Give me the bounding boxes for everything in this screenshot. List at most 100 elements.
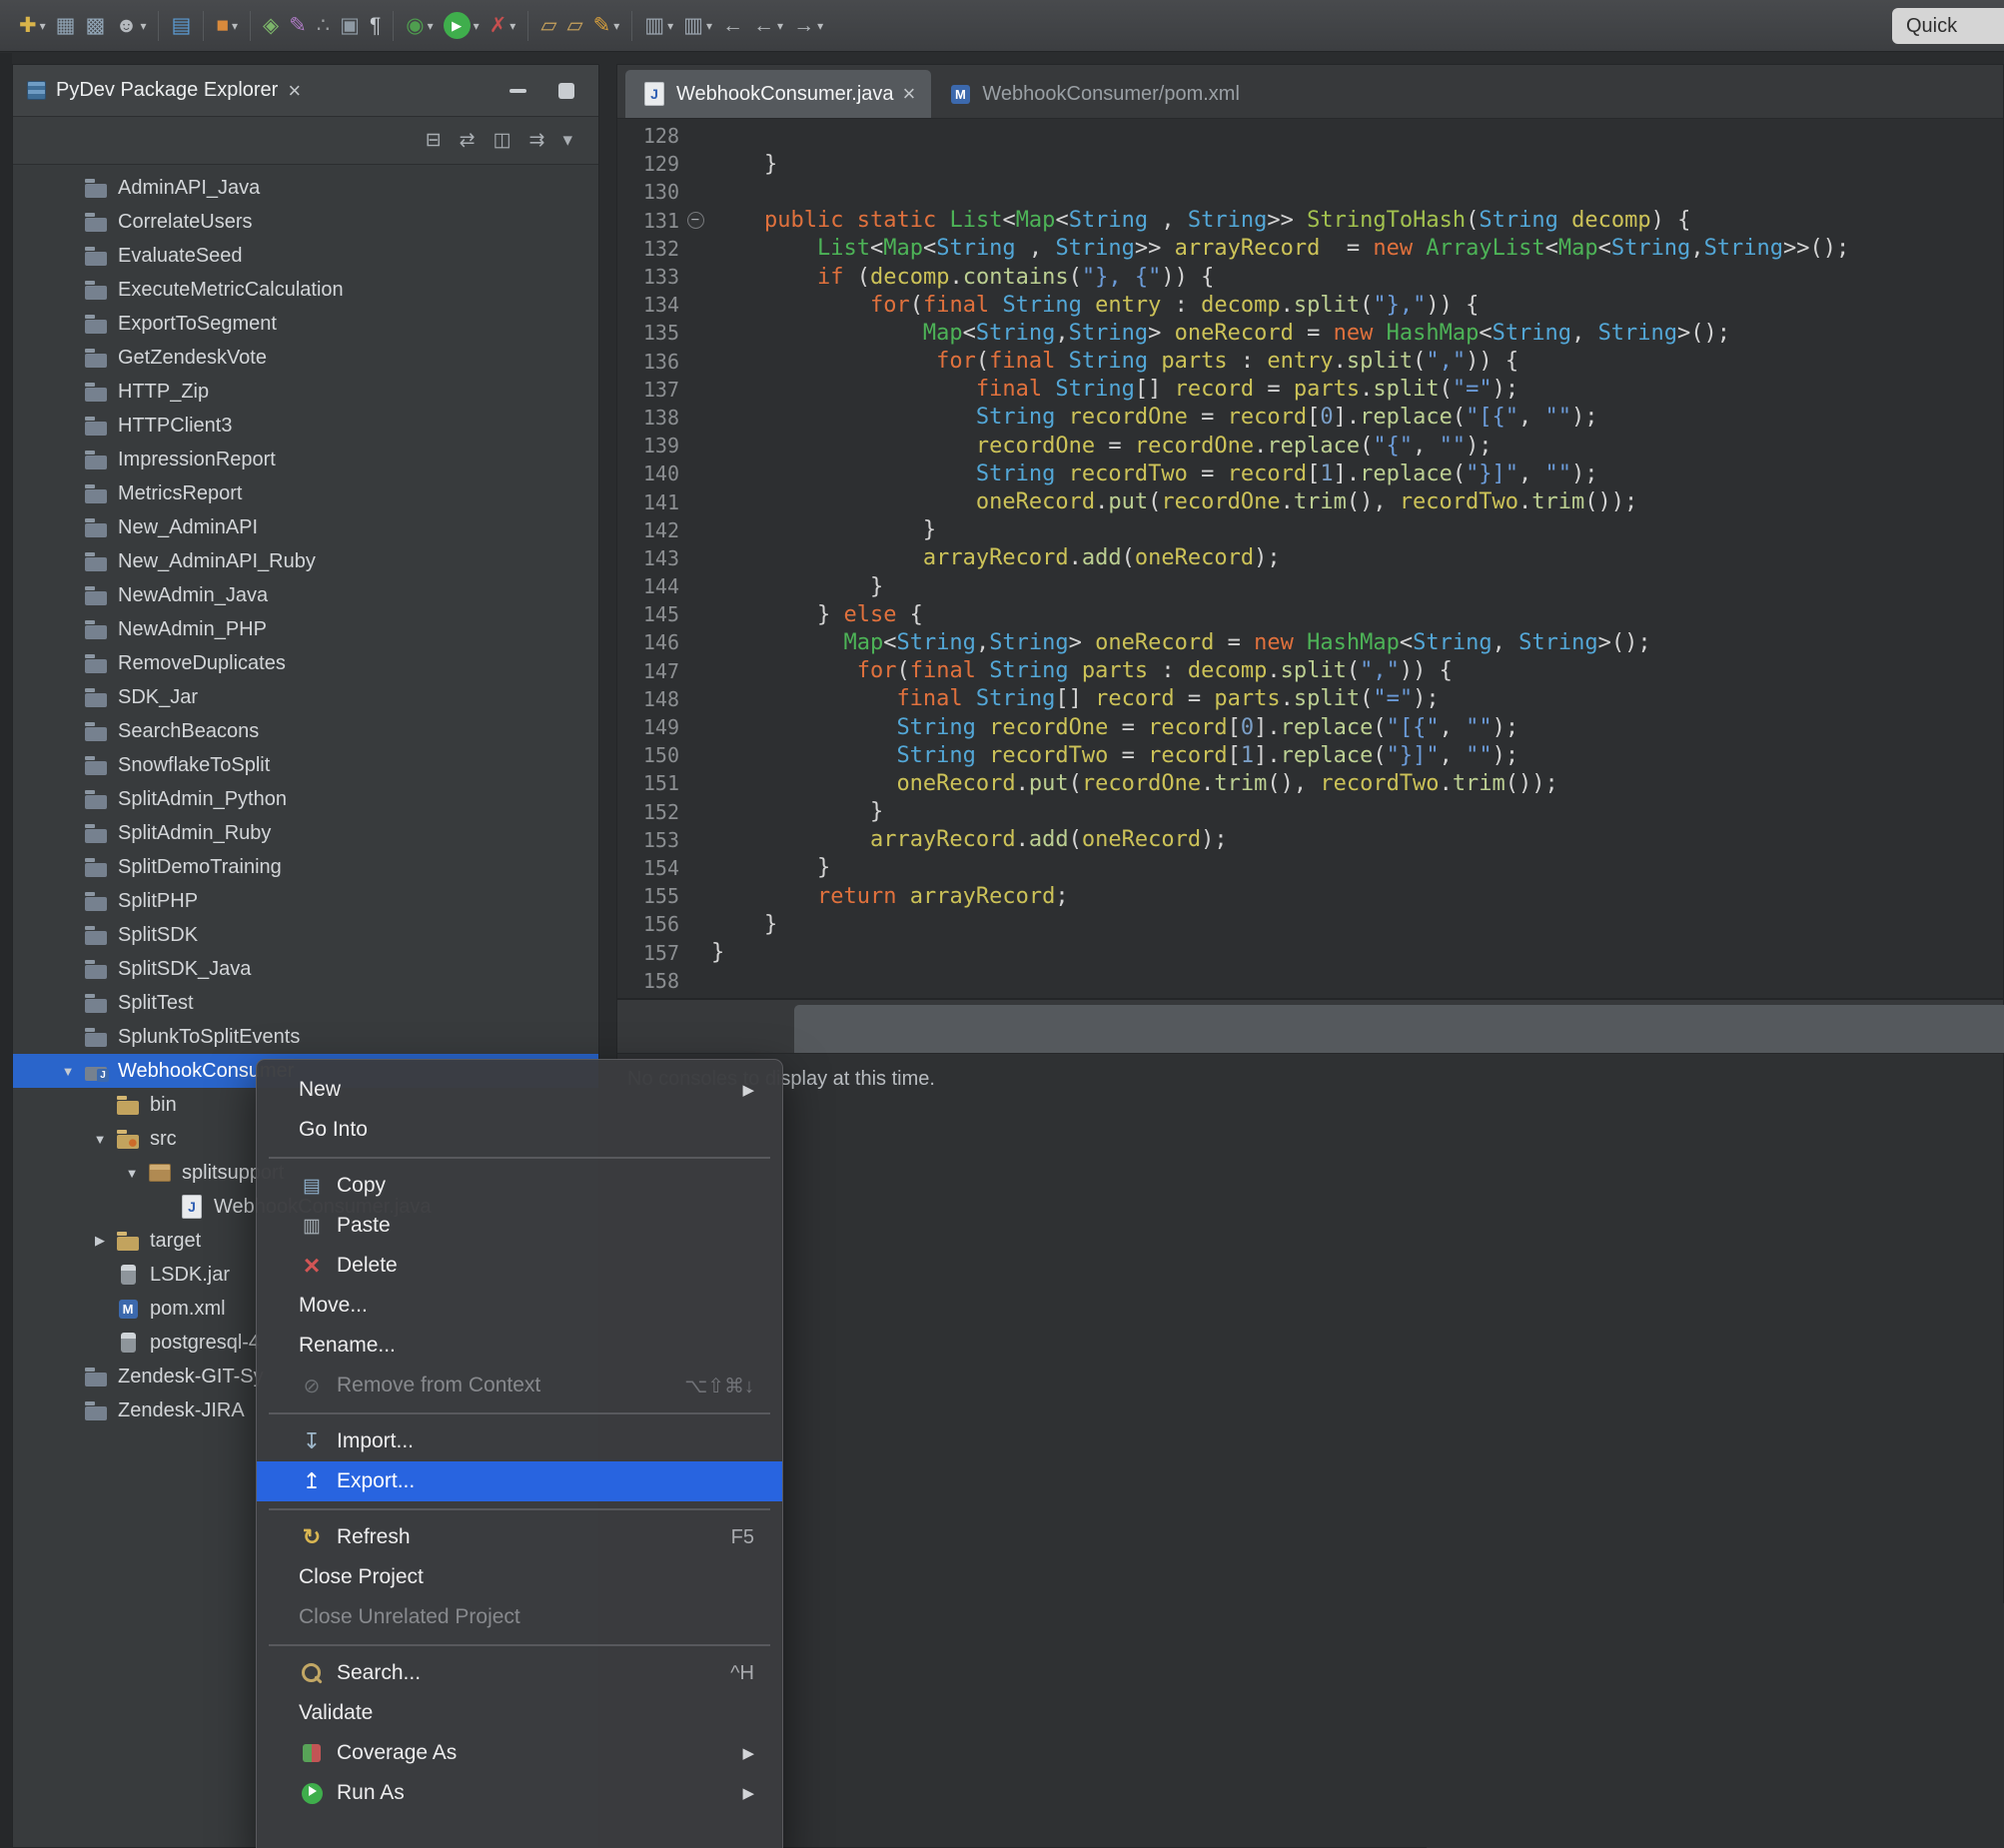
close-tab-icon[interactable]: × (903, 83, 916, 105)
tree-item-splitphp[interactable]: SplitPHP (13, 884, 598, 918)
line-number[interactable]: 155 (617, 884, 679, 908)
tree-item-splitsdk[interactable]: SplitSDK (13, 918, 598, 952)
code-line-157[interactable]: 157} (617, 938, 2003, 966)
code-line-142[interactable]: 142 } (617, 516, 2003, 544)
line-number[interactable]: 135 (617, 321, 679, 345)
last-edit-location-icon[interactable]: ← (717, 6, 748, 46)
dropdown-arrow-icon[interactable]: ▾ (613, 19, 619, 33)
line-number[interactable]: 131 (617, 209, 679, 233)
code-line-130[interactable]: 130 (617, 178, 2003, 206)
code-line-144[interactable]: 144 } (617, 572, 2003, 600)
code-line-145[interactable]: 145 } else { (617, 600, 2003, 628)
editor-tab-webhookconsumer-java[interactable]: WebhookConsumer.java× (625, 70, 931, 118)
link-with-editor-icon[interactable]: ⇄ (460, 131, 476, 150)
menu-item-coverage-as[interactable]: Coverage As▶ (257, 1733, 782, 1773)
menu-item-rename[interactable]: Rename... (257, 1326, 782, 1366)
code-line-137[interactable]: 137 final String[] record = parts.split(… (617, 376, 2003, 404)
line-number[interactable]: 144 (617, 574, 679, 598)
menu-item-refresh[interactable]: RefreshF5 (257, 1517, 782, 1557)
line-number[interactable]: 137 (617, 378, 679, 402)
code-line-135[interactable]: 135 Map<String,String> oneRecord = new H… (617, 319, 2003, 347)
code-line-128[interactable]: 128 (617, 122, 2003, 150)
dropdown-arrow-icon[interactable]: ▾ (509, 19, 515, 33)
tree-item-executemetriccalculation[interactable]: ExecuteMetricCalculation (13, 273, 598, 307)
code-line-133[interactable]: 133 if (decomp.contains("}, {")) { (617, 263, 2003, 291)
copy-pages-icon[interactable]: ▣ (335, 6, 365, 46)
skip-breakpoints-icon[interactable]: ◉▾ (401, 6, 438, 46)
code-line-147[interactable]: 147 for(final String parts : decomp.spli… (617, 657, 2003, 685)
code-line-138[interactable]: 138 String recordOne = record[0].replace… (617, 404, 2003, 432)
tree-item-newadmin-java[interactable]: NewAdmin_Java (13, 578, 598, 612)
line-number[interactable]: 128 (617, 124, 679, 148)
dropdown-arrow-icon[interactable]: ▾ (777, 19, 783, 33)
menu-item-new[interactable]: New▶ (257, 1070, 782, 1110)
tree-item-correlateusers[interactable]: CorrelateUsers (13, 205, 598, 239)
line-number[interactable]: 134 (617, 293, 679, 317)
code-line-131[interactable]: 131− public static List<Map<String , Str… (617, 207, 2003, 235)
code-line-158[interactable]: 158 (617, 967, 2003, 995)
code-line-148[interactable]: 148 final String[] record = parts.split(… (617, 685, 2003, 713)
tree-item-splitsdk-java[interactable]: SplitSDK_Java (13, 952, 598, 986)
tree-item-snowflaketosplit[interactable]: SnowflakeToSplit (13, 748, 598, 782)
collapse-all-icon[interactable]: ⊟ (426, 131, 442, 150)
back-icon[interactable]: ←▾ (748, 6, 788, 46)
line-number[interactable]: 157 (617, 941, 679, 965)
code-line-152[interactable]: 152 } (617, 798, 2003, 826)
tree-item-searchbeacons[interactable]: SearchBeacons (13, 714, 598, 748)
dropdown-arrow-icon[interactable]: ▾ (140, 19, 146, 33)
save-icon[interactable]: ▦ (51, 6, 81, 46)
line-number[interactable]: 138 (617, 406, 679, 430)
run-icon[interactable]: ▶▾ (439, 6, 485, 46)
line-number[interactable]: 158 (617, 969, 679, 993)
tree-item-splitdemotraining[interactable]: SplitDemoTraining (13, 850, 598, 884)
line-number[interactable]: 136 (617, 350, 679, 374)
line-number[interactable]: 150 (617, 743, 679, 767)
code-line-151[interactable]: 151 oneRecord.put(recordOne.trim(), reco… (617, 769, 2003, 797)
line-number[interactable]: 156 (617, 912, 679, 936)
focus-on-task-icon[interactable]: ◫ (494, 131, 511, 150)
line-number[interactable]: 129 (617, 152, 679, 176)
tree-item-sdk-jar[interactable]: SDK_Jar (13, 680, 598, 714)
tree-item-new-adminapi-ruby[interactable]: New_AdminAPI_Ruby (13, 544, 598, 578)
code-line-154[interactable]: 154 } (617, 854, 2003, 882)
console-tab-console[interactable]: Console× (794, 1005, 2004, 1053)
tree-item-splitadmin-ruby[interactable]: SplitAdmin_Ruby (13, 816, 598, 850)
tree-item-http-zip[interactable]: HTTP_Zip (13, 375, 598, 409)
next-annotation-icon[interactable]: ▥▾ (639, 6, 678, 46)
show-whitespace-icon[interactable]: ¶ (365, 6, 386, 46)
dropdown-arrow-icon[interactable]: ▾ (667, 19, 673, 33)
external-tools-icon[interactable]: ✎▾ (588, 6, 625, 46)
menu-item-delete[interactable]: Delete (257, 1246, 782, 1286)
tree-item-evaluateseed[interactable]: EvaluateSeed (13, 239, 598, 273)
code-line-132[interactable]: 132 List<Map<String , String>> arrayReco… (617, 235, 2003, 263)
new-package-icon[interactable]: ■▾ (211, 6, 243, 46)
menu-item-validate[interactable]: Validate (257, 1693, 782, 1733)
fold-collapse-icon[interactable]: − (687, 212, 704, 229)
tree-item-splunktosplitevents[interactable]: SplunkToSplitEvents (13, 1020, 598, 1054)
user-profile-icon[interactable]: ☻▾ (110, 6, 151, 46)
close-view-icon[interactable]: × (288, 80, 301, 102)
minimize-button[interactable] (509, 89, 526, 93)
tree-item-metricsreport[interactable]: MetricsReport (13, 476, 598, 510)
console-view-icon[interactable]: ▤ (166, 6, 196, 46)
new-wizard-icon[interactable]: ✚▾ (14, 6, 51, 46)
menu-item-paste[interactable]: Paste (257, 1206, 782, 1246)
marker-icon[interactable]: ✎ (284, 6, 312, 46)
code-line-134[interactable]: 134 for(final String entry : decomp.spli… (617, 291, 2003, 319)
tree-item-new-adminapi[interactable]: New_AdminAPI (13, 510, 598, 544)
expanded-arrow-icon[interactable]: ▼ (85, 1132, 115, 1147)
code-line-153[interactable]: 153 arrayRecord.add(oneRecord); (617, 826, 2003, 854)
line-number[interactable]: 142 (617, 518, 679, 542)
tree-item-httpclient3[interactable]: HTTPClient3 (13, 409, 598, 443)
menu-item-run-as[interactable]: Run As▶ (257, 1773, 782, 1813)
line-number[interactable]: 147 (617, 659, 679, 683)
dropdown-arrow-icon[interactable]: ▾ (706, 19, 712, 33)
save-all-icon[interactable]: ▩ (80, 6, 110, 46)
line-number[interactable]: 152 (617, 800, 679, 824)
maximize-button[interactable] (558, 83, 574, 99)
line-number[interactable]: 130 (617, 180, 679, 204)
code-line-146[interactable]: 146 Map<String,String> oneRecord = new H… (617, 628, 2003, 656)
line-number[interactable]: 145 (617, 602, 679, 626)
code-area[interactable]: 128129 }130131− public static List<Map<S… (617, 119, 2003, 998)
quick-access-box[interactable]: Quick (1892, 8, 2004, 44)
